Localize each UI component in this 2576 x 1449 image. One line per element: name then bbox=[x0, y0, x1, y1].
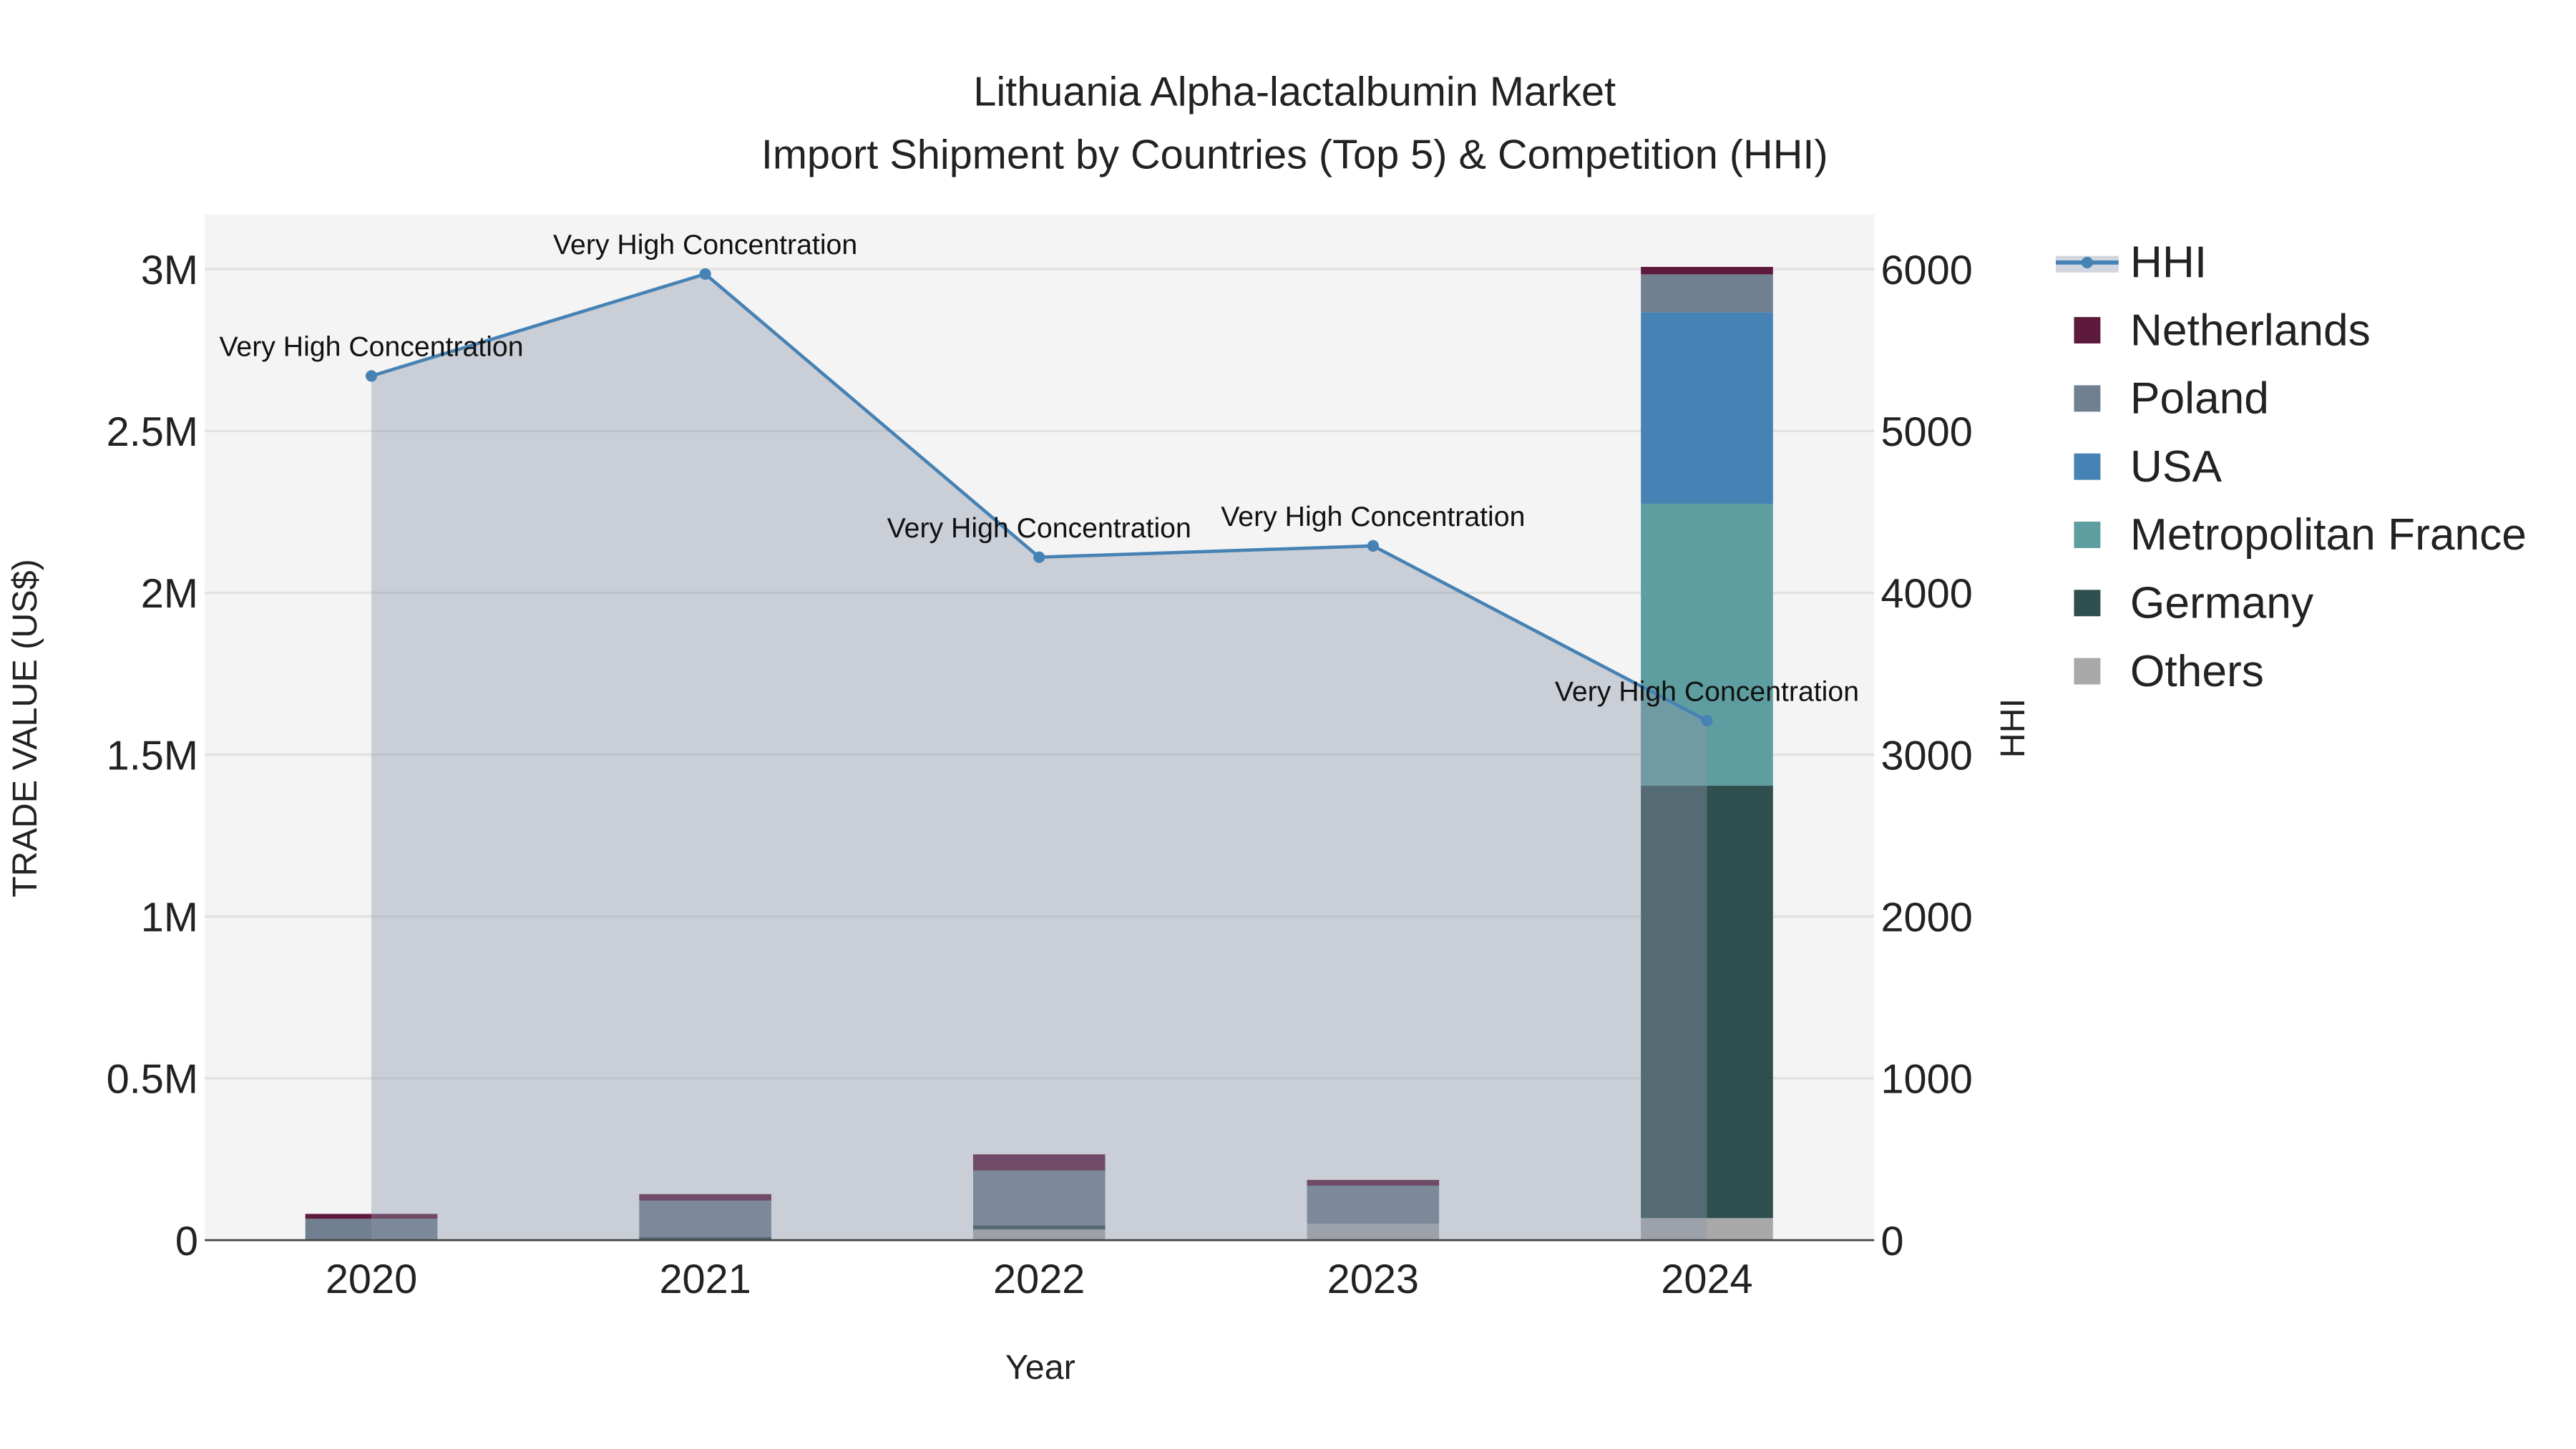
x-axis-label: Year bbox=[1005, 1348, 1075, 1387]
hhi-point bbox=[1701, 715, 1713, 727]
y-tick-label: 2M bbox=[141, 571, 198, 617]
y2-tick-label: 3000 bbox=[1880, 733, 1972, 779]
y-axis-label: TRADE VALUE (US$) bbox=[6, 559, 44, 897]
y2-axis-label: HHI bbox=[1994, 698, 2032, 758]
hhi-annotation: Very High Concentration bbox=[1555, 675, 1859, 707]
legend-swatch-germany bbox=[2074, 590, 2101, 617]
bar-usa bbox=[1641, 312, 1773, 504]
hhi-annotation: Very High Concentration bbox=[219, 331, 523, 363]
y2-tick-label: 6000 bbox=[1880, 248, 1972, 293]
legend-label-netherlands: Netherlands bbox=[2130, 306, 2371, 355]
legend-swatch-others bbox=[2074, 658, 2101, 685]
y2-tick-label: 0 bbox=[1880, 1219, 1903, 1264]
y-tick-label: 0.5M bbox=[107, 1057, 198, 1103]
hhi-annotation: Very High Concentration bbox=[887, 512, 1191, 544]
legend-swatch-netherlands bbox=[2074, 317, 2101, 343]
legend-label-others: Others bbox=[2130, 647, 2264, 696]
x-tick-label: 2020 bbox=[326, 1257, 417, 1302]
hhi-annotation: Very High Concentration bbox=[553, 229, 857, 260]
hhi-point bbox=[699, 268, 711, 280]
chart-subtitle: Import Shipment by Countries (Top 5) & C… bbox=[761, 132, 1828, 177]
x-tick-label: 2024 bbox=[1661, 1257, 1752, 1302]
y2-tick-label: 1000 bbox=[1880, 1057, 1972, 1103]
legend-swatch-metropolitan-france bbox=[2074, 522, 2101, 548]
y-tick-label: 0 bbox=[175, 1219, 198, 1264]
legend-label-usa: USA bbox=[2130, 442, 2223, 492]
bar-poland bbox=[1641, 274, 1773, 313]
x-tick-label: 2023 bbox=[1327, 1257, 1419, 1302]
bar-netherlands bbox=[1641, 266, 1773, 275]
legend-label-hhi: HHI bbox=[2130, 238, 2207, 288]
hhi-point bbox=[365, 370, 378, 382]
y-tick-label: 3M bbox=[141, 248, 198, 293]
chart: Lithuania Alpha-lactalbumin Market Impor… bbox=[0, 0, 2576, 1449]
y2-tick-label: 4000 bbox=[1880, 571, 1972, 617]
legend-label-germany: Germany bbox=[2130, 579, 2314, 628]
legend-swatch-poland bbox=[2074, 385, 2101, 412]
y2-tick-label: 2000 bbox=[1880, 895, 1972, 941]
legend-swatch-usa bbox=[2074, 453, 2101, 480]
hhi-point bbox=[1367, 540, 1379, 552]
y-tick-label: 1M bbox=[141, 895, 198, 941]
legend-label-poland: Poland bbox=[2130, 374, 2269, 424]
legend-label-metropolitan-france: Metropolitan France bbox=[2130, 510, 2527, 560]
legend-swatch-hhi-marker bbox=[2081, 256, 2093, 268]
hhi-point bbox=[1033, 551, 1045, 563]
chart-title: Lithuania Alpha-lactalbumin Market bbox=[973, 69, 1616, 115]
hhi-annotation: Very High Concentration bbox=[1221, 501, 1525, 532]
y-tick-label: 1.5M bbox=[107, 733, 198, 779]
x-tick-label: 2021 bbox=[659, 1257, 751, 1302]
y-tick-label: 2.5M bbox=[107, 409, 198, 455]
x-tick-label: 2022 bbox=[993, 1257, 1085, 1302]
y2-tick-label: 5000 bbox=[1880, 409, 1972, 455]
